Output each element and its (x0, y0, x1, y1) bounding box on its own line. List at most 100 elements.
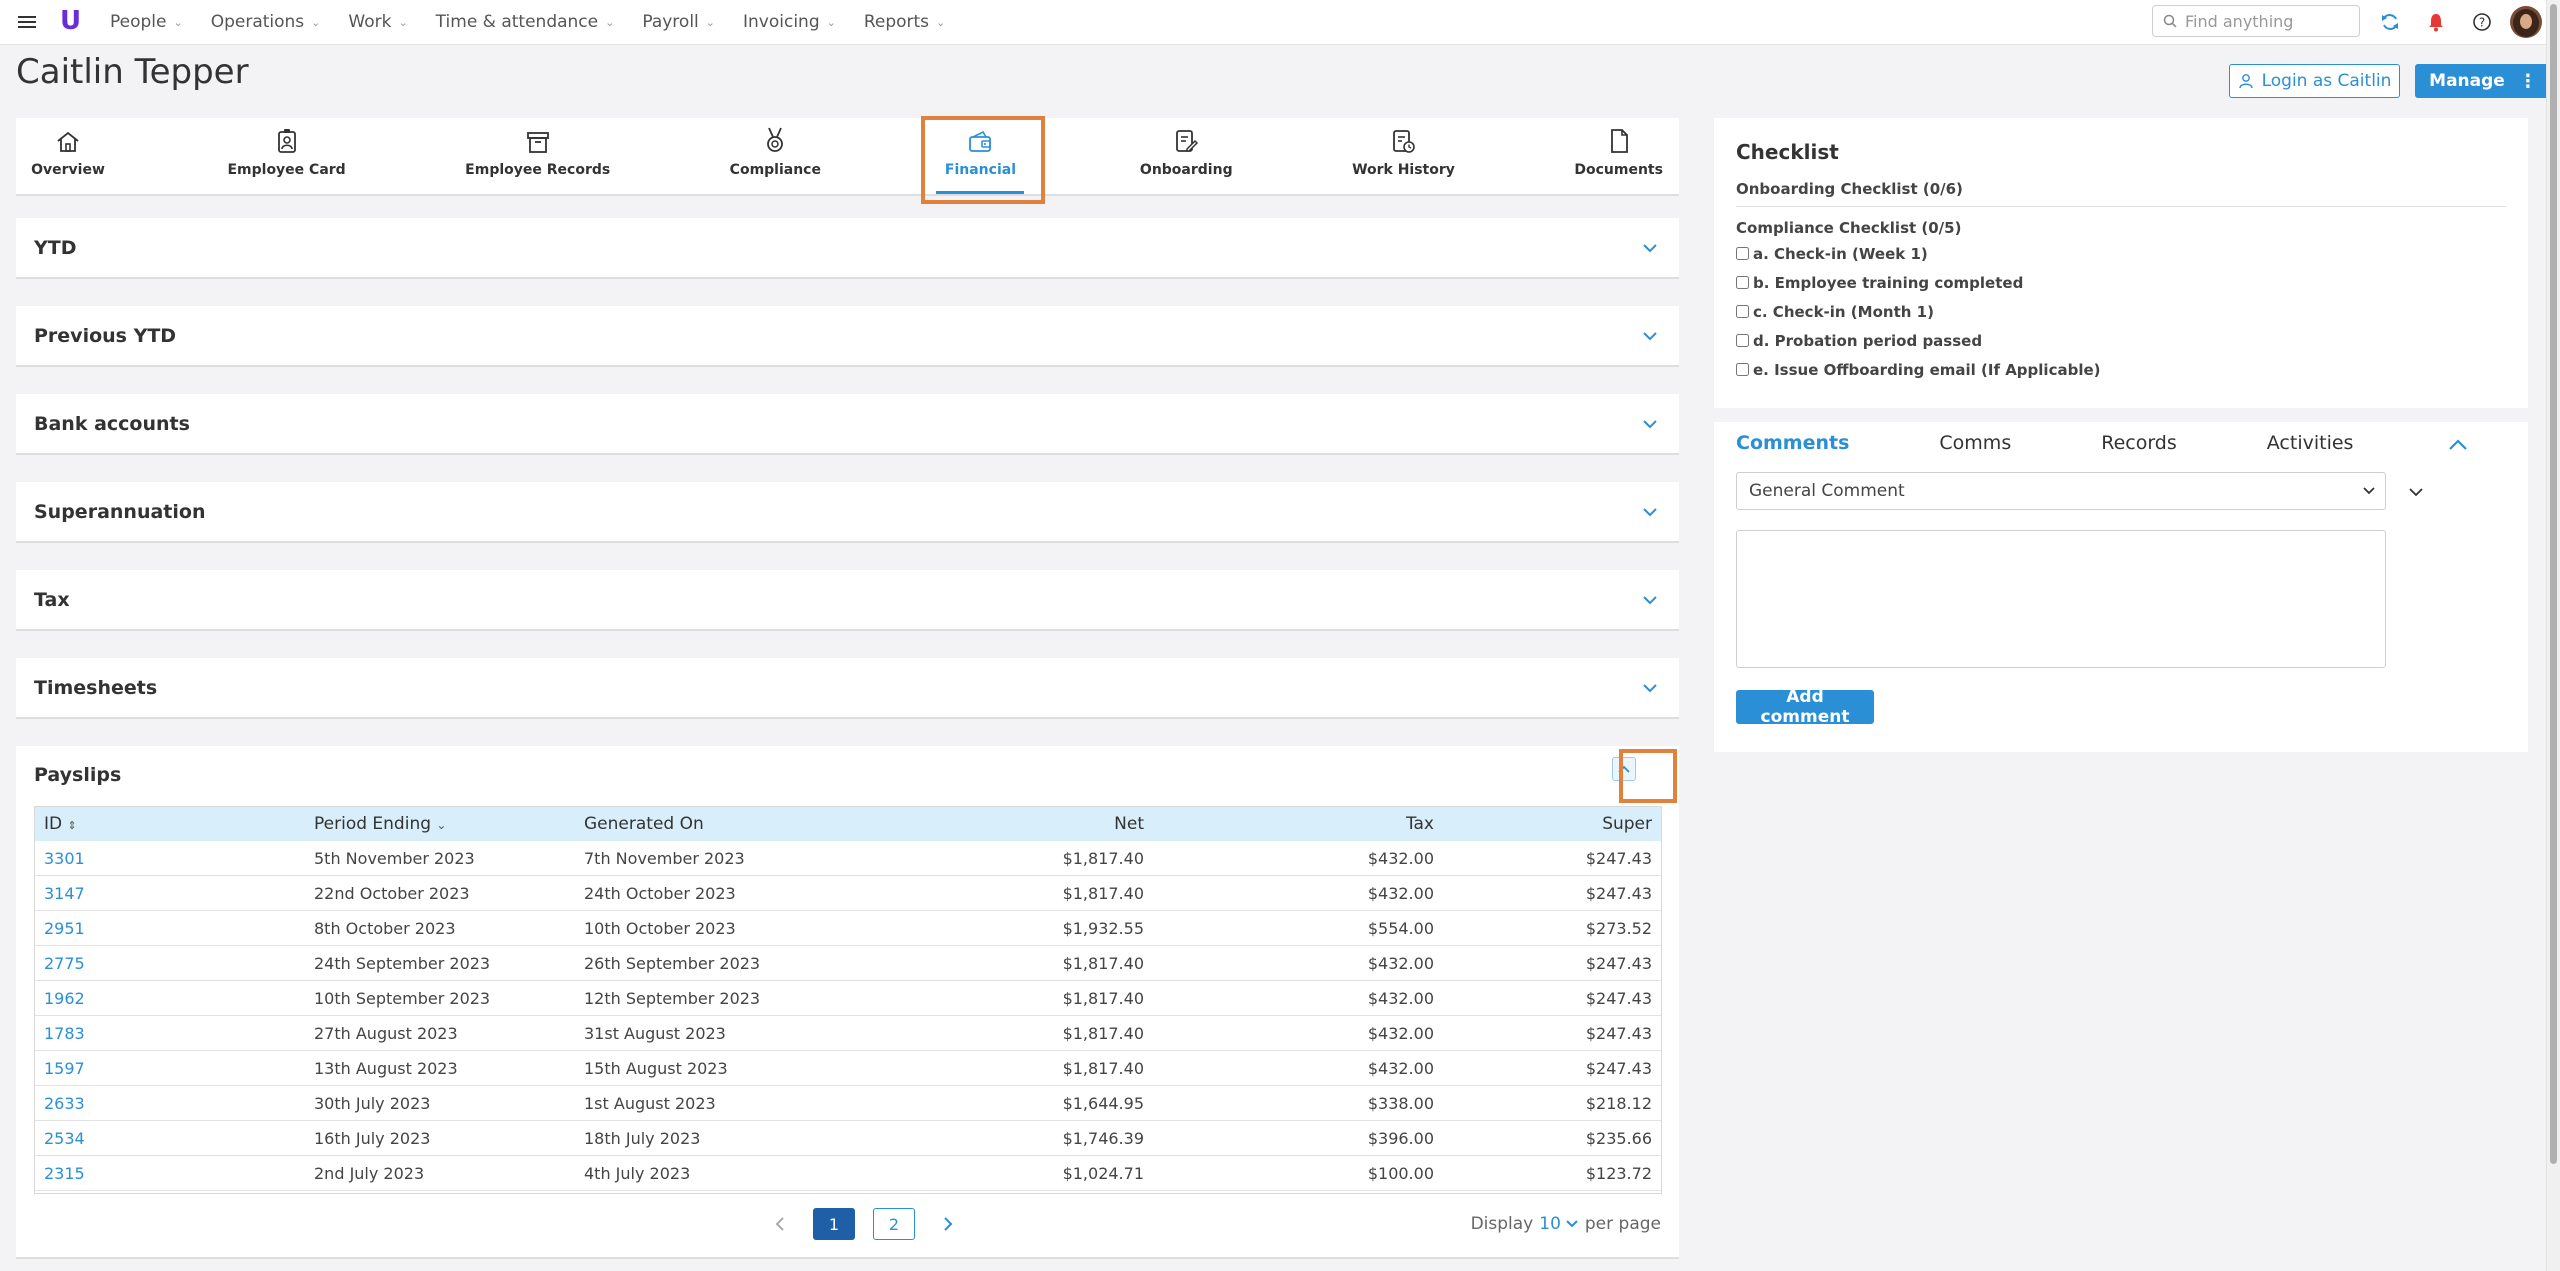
cell-period-ending: 13th August 2023 (304, 1050, 574, 1086)
search-input[interactable] (2183, 10, 2347, 32)
tab-records[interactable]: Records (2101, 432, 2177, 454)
bell-icon[interactable] (2424, 10, 2448, 34)
chevron-down-icon[interactable] (1639, 413, 1661, 435)
cell-id[interactable]: 1597 (34, 1050, 304, 1086)
help-icon[interactable]: ? (2470, 10, 2494, 34)
checklist-checkbox[interactable] (1736, 247, 1749, 260)
cell-id[interactable]: 1962 (34, 980, 304, 1016)
section-previous-ytd[interactable]: Previous YTD (16, 306, 1679, 367)
chevron-down-icon[interactable] (1639, 501, 1661, 523)
manage-button[interactable]: Manage ⋮ (2415, 64, 2551, 98)
checklist-checkbox[interactable] (1736, 276, 1749, 289)
cell-id[interactable]: 2633 (34, 1085, 304, 1121)
table-row[interactable]: 2775 24th September 2023 26th September 20… (34, 945, 1662, 981)
tab-comms[interactable]: Comms (1939, 432, 2011, 454)
page-scrollbar[interactable] (2546, 0, 2560, 1271)
chevron-down-icon[interactable] (1639, 325, 1661, 347)
section-bank-accounts[interactable]: Bank accounts (16, 394, 1679, 455)
table-row[interactable]: 2633 30th July 2023 1st August 2023 $1,644.… (34, 1085, 1662, 1121)
refresh-icon[interactable] (2378, 10, 2402, 34)
section-superannuation[interactable]: Superannuation (16, 482, 1679, 543)
table-row[interactable]: 3147 22nd October 2023 24th October 2023 $1… (34, 875, 1662, 911)
cell-super: $123.72 (1444, 1155, 1662, 1191)
chevron-left-icon[interactable] (768, 1212, 792, 1236)
nav-people[interactable]: People ⌄ (110, 12, 183, 32)
column-header-id[interactable]: ID ⇕ (34, 806, 304, 841)
tab-compliance[interactable]: Compliance (730, 118, 821, 194)
nav-payroll[interactable]: Payroll ⌄ (642, 12, 715, 32)
table-row[interactable]: 1597 13th August 2023 15th August 2023 $1,8… (34, 1050, 1662, 1086)
tab-onboarding[interactable]: Onboarding (1140, 118, 1233, 194)
column-header-generated-on[interactable]: Generated On (574, 806, 894, 841)
page-button-2[interactable]: 2 (873, 1208, 915, 1240)
column-header-super[interactable]: Super (1444, 806, 1662, 841)
scrollbar-thumb[interactable] (2550, 4, 2557, 1164)
chevron-up-icon[interactable] (2448, 436, 2468, 455)
nav-invoicing[interactable]: Invoicing ⌄ (743, 12, 836, 32)
cell-id[interactable]: 2315 (34, 1155, 304, 1191)
table-row[interactable]: 3301 5th November 2023 7th November 2023 $1… (34, 841, 1662, 876)
add-comment-button[interactable]: Add comment (1736, 687, 1874, 727)
checklist-item: b. Employee training completed (1736, 268, 2506, 297)
cell-super: $247.43 (1444, 980, 1662, 1016)
chevron-down-icon[interactable] (1639, 589, 1661, 611)
page-button-1[interactable]: 1 (813, 1208, 855, 1240)
chevron-down-icon[interactable] (1639, 677, 1661, 699)
checklist-item: c. Check-in (Month 1) (1736, 297, 2506, 326)
section-tax[interactable]: Tax (16, 570, 1679, 631)
cell-super: $247.43 (1444, 1050, 1662, 1086)
cell-id[interactable]: 3301 (34, 841, 304, 876)
checklist-checkbox[interactable] (1736, 305, 1749, 318)
column-header-period-ending[interactable]: Period Ending ⌄ (304, 806, 574, 841)
checklist-checkbox[interactable] (1736, 363, 1749, 376)
tab-overview[interactable]: Overview (28, 118, 108, 194)
chevron-down-icon[interactable] (1639, 237, 1661, 259)
comment-type-select[interactable]: General Comment (1736, 472, 2386, 510)
per-page-select[interactable]: 10 (1539, 1214, 1579, 1234)
table-row[interactable]: 2951 8th October 2023 10th October 2023 $1,… (34, 910, 1662, 946)
section-ytd[interactable]: YTD (16, 218, 1679, 279)
cell-id[interactable]: 3147 (34, 875, 304, 911)
cell-id[interactable]: 1783 (34, 1015, 304, 1051)
global-search[interactable] (2152, 5, 2360, 37)
table-row[interactable]: 1783 27th August 2023 31st August 2023 $1,8… (34, 1015, 1662, 1051)
cell-id[interactable]: 2775 (34, 945, 304, 981)
tab-documents[interactable]: Documents (1574, 118, 1663, 194)
payslips-title: Payslips (34, 764, 122, 786)
checklist-panel: Checklist Onboarding Checklist (0/6) Com… (1714, 118, 2528, 408)
login-as-button[interactable]: Login as Caitlin (2229, 64, 2400, 98)
chevron-down-icon[interactable] (2408, 482, 2424, 501)
nav-time-attendance[interactable]: Time & attendance ⌄ (436, 12, 615, 32)
cell-net: $1,932.55 (894, 910, 1154, 946)
cell-generated-on: 4th July 2023 (574, 1155, 894, 1191)
onboarding-checklist-header[interactable]: Onboarding Checklist (0/6) (1736, 180, 2506, 198)
checklist-checkbox[interactable] (1736, 334, 1749, 347)
cell-tax: $432.00 (1154, 1050, 1444, 1086)
cell-id[interactable]: 2534 (34, 1120, 304, 1156)
tab-work-history[interactable]: Work History (1352, 118, 1455, 194)
table-row[interactable]: 2315 2nd July 2023 4th July 2023 $1,024.71 $… (34, 1155, 1662, 1191)
app-logo[interactable]: U (60, 6, 81, 36)
compliance-checklist-header[interactable]: Compliance Checklist (0/5) (1736, 219, 2506, 237)
chevron-right-icon[interactable] (936, 1212, 960, 1236)
hamburger-menu-icon[interactable] (18, 13, 36, 31)
comments-tabs: Comments Comms Records Activities (1736, 432, 2443, 454)
sort-down-icon[interactable]: ⌄ (436, 818, 446, 832)
nav-work[interactable]: Work ⌄ (348, 12, 407, 32)
column-header-tax[interactable]: Tax (1154, 806, 1444, 841)
nav-operations[interactable]: Operations ⌄ (211, 12, 321, 32)
tab-activities[interactable]: Activities (2267, 432, 2354, 454)
user-avatar[interactable] (2510, 6, 2542, 38)
table-row[interactable]: 1962 10th September 2023 12th September 20… (34, 980, 1662, 1016)
column-header-net[interactable]: Net (894, 806, 1154, 841)
cell-period-ending: 5th November 2023 (304, 841, 574, 876)
nav-reports[interactable]: Reports ⌄ (864, 12, 945, 32)
comment-textarea[interactable] (1736, 530, 2386, 668)
tab-employee-card[interactable]: Employee Card (227, 118, 346, 194)
tab-employee-records[interactable]: Employee Records (465, 118, 610, 194)
cell-id[interactable]: 2951 (34, 910, 304, 946)
section-timesheets[interactable]: Timesheets (16, 658, 1679, 719)
tab-comments[interactable]: Comments (1736, 432, 1849, 454)
table-row[interactable]: 2534 16th July 2023 18th July 2023 $1,746.3… (34, 1120, 1662, 1156)
sort-icon[interactable]: ⇕ (68, 819, 77, 832)
